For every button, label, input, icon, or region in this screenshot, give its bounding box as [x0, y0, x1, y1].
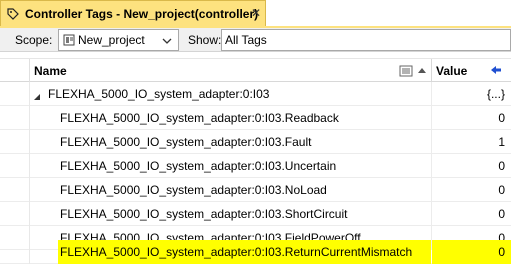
table-row[interactable]: FLEXHA_5000_IO_system_adapter:0:I03.Shor…: [0, 202, 511, 226]
tag-value[interactable]: 0: [432, 106, 505, 130]
toolbar: Scope: New_project Show: All Tags: [0, 28, 511, 52]
row-gutter: [0, 130, 30, 154]
tab-bar: Controller Tags - New_project(controller…: [0, 0, 511, 26]
column-header-row: Name Value: [0, 58, 511, 82]
collapse-triangle-icon[interactable]: [33, 90, 41, 100]
row-gutter: [0, 202, 30, 226]
show-label: Show:: [188, 33, 222, 47]
table-row[interactable]: FLEXHA_5000_IO_system_adapter:0:I03.NoLo…: [0, 178, 511, 202]
show-filter-field[interactable]: All Tags: [221, 29, 511, 51]
tag-name: FLEXHA_5000_IO_system_adapter:0:I03.Unce…: [60, 159, 337, 173]
scope-value: New_project: [78, 33, 145, 47]
row-gutter-header: [0, 59, 30, 82]
table-row[interactable]: FLEXHA_5000_IO_system_adapter:0:I03.Faul…: [0, 130, 511, 154]
scope-dropdown[interactable]: New_project: [58, 29, 179, 51]
tag-name: FLEXHA_5000_IO_system_adapter:0:I03.Read…: [60, 111, 339, 125]
column-divider[interactable]: [431, 59, 432, 82]
tag-value[interactable]: {...}: [432, 82, 505, 106]
tag-name: FLEXHA_5000_IO_system_adapter:0:I03.Faul…: [60, 135, 312, 149]
tag-name: FLEXHA_5000_IO_system_adapter:0:I03: [48, 87, 270, 101]
arrow-left-icon[interactable]: [490, 64, 502, 76]
scope-label: Scope:: [15, 33, 53, 47]
tag-value[interactable]: 0: [432, 202, 505, 226]
table-row[interactable]: FLEXHA_5000_IO_system_adapter:0:I03.Read…: [0, 106, 511, 130]
column-header-value[interactable]: Value: [436, 64, 467, 78]
close-icon[interactable]: ✕: [249, 6, 263, 20]
tab-controller-tags[interactable]: Controller Tags - New_project(controller…: [0, 0, 266, 26]
row-gutter: [0, 106, 30, 130]
tag-icon: [6, 7, 20, 21]
row-gutter: [0, 240, 30, 264]
tags-grid: Name Value FLEXHA_5000_IO_system_adapter…: [0, 52, 511, 265]
column-header-name[interactable]: Name: [34, 64, 67, 78]
tag-name: FLEXHA_5000_IO_system_adapter:0:I03.Shor…: [60, 207, 348, 221]
table-row-highlighted[interactable]: FLEXHA_5000_IO_system_adapter:0:I03.Retu…: [0, 240, 511, 264]
table-row[interactable]: FLEXHA_5000_IO_system_adapter:0:I03.Unce…: [0, 154, 511, 178]
sort-filter-icon[interactable]: [399, 64, 429, 78]
controller-icon: [63, 34, 75, 46]
row-gutter: [0, 82, 30, 106]
table-row-parent[interactable]: FLEXHA_5000_IO_system_adapter:0:I03 {...…: [0, 82, 511, 106]
tag-value[interactable]: 0: [432, 240, 505, 264]
tag-value[interactable]: 1: [432, 130, 505, 154]
row-gutter: [0, 178, 30, 202]
tag-name: FLEXHA_5000_IO_system_adapter:0:I03.Retu…: [60, 245, 413, 259]
row-gutter: [0, 154, 30, 178]
tag-value[interactable]: 0: [432, 178, 505, 202]
tag-value[interactable]: 0: [432, 154, 505, 178]
tab-title: Controller Tags - New_project(controller…: [25, 6, 259, 21]
chevron-down-icon[interactable]: [162, 35, 172, 45]
tag-name: FLEXHA_5000_IO_system_adapter:0:I03.NoLo…: [60, 183, 327, 197]
